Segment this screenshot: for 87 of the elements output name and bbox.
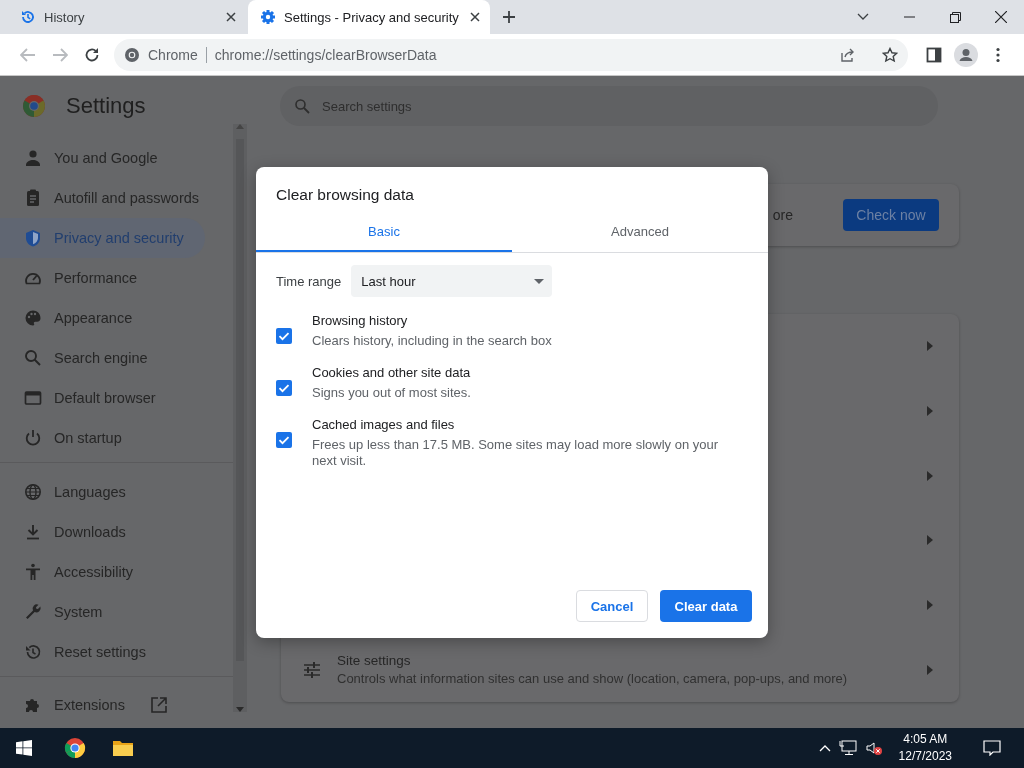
share-icon[interactable]: [840, 46, 856, 63]
close-icon[interactable]: [226, 12, 236, 22]
url-text: chrome://settings/clearBrowserData: [214, 46, 438, 63]
dialog-title: Clear browsing data: [275, 185, 415, 204]
sliders-icon: [303, 661, 321, 678]
row-title: Site settings: [337, 653, 412, 669]
sidebar-item[interactable]: Privacy and security: [0, 218, 205, 258]
history-icon: [20, 9, 36, 25]
power-icon: [23, 428, 43, 448]
row-description: Controls what information sites can use and show (location, camera, pop-ups, and more): [337, 671, 849, 687]
close-icon[interactable]: [470, 12, 480, 22]
wrench-icon: [23, 602, 43, 622]
browser-tab[interactable]: History: [8, 0, 246, 34]
notification-icon[interactable]: [983, 740, 1001, 756]
gear-icon: [260, 9, 276, 25]
external-link-icon: [149, 696, 168, 714]
sidebar-item[interactable]: On startup: [0, 418, 205, 458]
sidebar-item[interactable]: Downloads: [0, 512, 205, 552]
time-range-dropdown[interactable]: Last hour: [351, 265, 553, 297]
sidebar-item[interactable]: System: [0, 592, 205, 632]
chrome-app-icon[interactable]: [64, 737, 86, 759]
accessibility-icon: [23, 562, 43, 582]
sidebar-item[interactable]: Autofill and passwords: [0, 178, 205, 218]
windows-logo-icon[interactable]: [16, 740, 32, 756]
sidebar-item[interactable]: Languages: [0, 472, 205, 512]
sidebar-item[interactable]: Performance: [0, 258, 205, 298]
chevron-right-icon[interactable]: [927, 406, 933, 416]
reload-icon[interactable]: [84, 46, 100, 63]
caret-icon: [534, 278, 545, 284]
option-description: Signs you out of most sites.: [312, 385, 472, 401]
sidebar-item[interactable]: Extensions: [0, 692, 205, 718]
site-label: Chrome: [148, 46, 198, 63]
search-icon: [294, 98, 310, 114]
option-description: Clears history, including in the search box: [312, 333, 553, 349]
cancel-button[interactable]: Cancel: [576, 590, 648, 622]
option-title: Cookies and other site data: [312, 365, 472, 381]
browser-window-icon: [23, 388, 43, 408]
sidebar-item[interactable]: Default browser: [0, 378, 205, 418]
folder-icon[interactable]: [112, 739, 134, 757]
checkbox[interactable]: [276, 328, 292, 344]
check-now-button[interactable]: Check now: [843, 199, 939, 231]
network-icon[interactable]: [838, 740, 857, 756]
dialog-tab[interactable]: Basic: [256, 221, 512, 252]
shield-icon: [23, 228, 43, 248]
chevron-down-icon[interactable]: [857, 13, 869, 21]
option-title: Cached images and files: [312, 417, 456, 433]
palette-icon: [23, 308, 43, 328]
scroll-up-icon: [236, 124, 244, 129]
dialog-tab[interactable]: Advanced: [512, 221, 768, 252]
chevron-up-icon[interactable]: [818, 744, 831, 752]
address-bar[interactable]: Chrome chrome://settings/clearBrowserData: [114, 38, 908, 71]
card-text: ore: [772, 207, 793, 223]
page-title: Settings: [66, 93, 147, 119]
chrome-logo-icon: [22, 94, 46, 118]
new-tab-icon[interactable]: [502, 10, 516, 24]
checkbox[interactable]: [276, 380, 292, 396]
checkbox[interactable]: [276, 432, 292, 448]
star-icon[interactable]: [882, 46, 898, 63]
clear-data-button[interactable]: Clear data: [660, 590, 752, 622]
option-title: Browsing history: [312, 313, 409, 329]
globe-icon: [23, 482, 43, 502]
chevron-right-icon[interactable]: [927, 664, 933, 675]
chevron-right-icon[interactable]: [927, 600, 933, 610]
chrome-logo-icon: [124, 46, 140, 63]
option-description: Frees up less than 17.5 MB. Some sites may load more slowly on your next visit.: [312, 437, 720, 469]
chevron-right-icon[interactable]: [927, 341, 933, 352]
close-icon[interactable]: [995, 11, 1007, 23]
chevron-right-icon[interactable]: [927, 535, 933, 546]
field-label: Time range: [276, 273, 342, 289]
side-panel-icon[interactable]: [926, 46, 942, 63]
avatar-icon[interactable]: [954, 42, 978, 67]
history-icon: [23, 642, 43, 662]
menu-icon[interactable]: [996, 46, 1000, 63]
search-icon: [23, 348, 43, 368]
sidebar-item[interactable]: Accessibility: [0, 552, 205, 592]
restore-icon[interactable]: [949, 11, 961, 23]
minimize-icon[interactable]: [903, 16, 915, 18]
sidebar-item[interactable]: Reset settings: [0, 632, 205, 672]
sidebar-item[interactable]: Search engine: [0, 338, 205, 378]
muted-speaker-icon[interactable]: [864, 740, 883, 756]
browser-tab[interactable]: Settings - Privacy and security: [248, 0, 490, 34]
sidebar-item[interactable]: You and Google: [0, 138, 205, 178]
chevron-right-icon[interactable]: [927, 470, 933, 481]
taskbar-clock[interactable]: 4:05 AM 12/7/2023: [890, 731, 960, 765]
sidebar-item[interactable]: Appearance: [0, 298, 205, 338]
person-icon: [23, 148, 43, 168]
scroll-down-icon: [236, 707, 244, 712]
